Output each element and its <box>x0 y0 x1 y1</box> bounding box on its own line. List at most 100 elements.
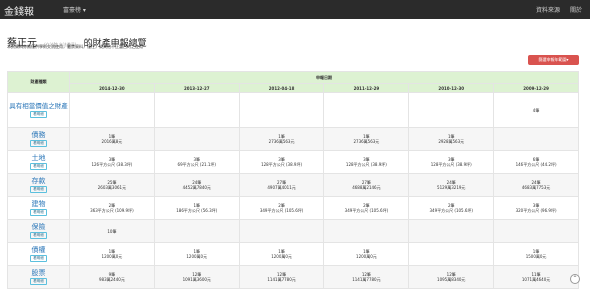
item-value: 1200萬0元 <box>271 254 292 259</box>
item-value: 4907萬4011元 <box>267 185 296 190</box>
item-value: 4688萬2146元 <box>352 185 381 190</box>
scroll-top-icon[interactable]: ⌃ <box>570 274 580 284</box>
value-cell: 12筆 1141萬7780元 <box>323 265 410 289</box>
item-value: 983萬2440元 <box>99 277 125 282</box>
category-cell: 保險 看明細 <box>7 219 70 243</box>
value-cell <box>238 219 325 243</box>
table-row: 保險 看明細 10筆 <box>7 219 579 243</box>
item-value: 349平方公尺 (105.6坪) <box>344 208 389 213</box>
item-value: 1141萬7780元 <box>352 277 381 282</box>
item-value: 349平方公尺 (105.6坪) <box>259 208 304 213</box>
item-value: 1200萬0元 <box>101 254 123 259</box>
date-header-5: 2009-12-29 <box>493 83 579 93</box>
value-cell: 2筆 363平方公尺 (109.9坪) <box>69 196 155 220</box>
item-value: 2928萬563元 <box>438 139 465 144</box>
value-cell: 3筆 320平方公尺 (96.9坪) <box>493 196 579 220</box>
item-value: 5129萬3219元 <box>437 185 466 190</box>
item-value: 320平方公尺 (96.9坪) <box>515 208 557 213</box>
view-detail-button[interactable]: 看明細 <box>30 140 47 147</box>
category-name-link[interactable]: 保險 <box>8 223 69 231</box>
value-cell: 1筆 2736萬563元 <box>238 127 325 151</box>
value-cell: 1筆 2736萬563元 <box>323 127 410 151</box>
category-cell: 存款 看明細 <box>7 173 70 197</box>
item-count: 10筆 <box>107 228 117 234</box>
value-cell: 4筆 <box>493 92 579 128</box>
value-cell <box>153 219 240 243</box>
category-name-link[interactable]: 股票 <box>8 269 69 277</box>
value-cell: 1筆 186平方公尺 (56.3坪) <box>153 196 240 220</box>
brand-logo[interactable]: 金錢報 <box>4 3 34 18</box>
category-cell: 土地 看明細 <box>7 150 70 174</box>
value-cell <box>493 219 579 243</box>
about-link[interactable]: 關於 <box>570 5 582 14</box>
value-cell: 1筆 1200萬0元 <box>153 242 240 266</box>
table-row: 存款 看明細 25筆 2603萬3061元 24筆 4452萬7840元 27筆 4907萬4… <box>7 173 579 197</box>
category-name-link[interactable]: 債務 <box>8 131 69 139</box>
item-value: 4683萬7753元 <box>521 185 551 190</box>
value-cell: 1筆 1200萬0元 <box>69 242 155 266</box>
item-value: 2016萬8元 <box>101 139 123 144</box>
view-detail-button[interactable]: 看明細 <box>30 278 47 285</box>
disclaimer-text: 本頁資料亦無僅供學術交流使用，嚴禁資料，僅住，或其他不正當目的之使用 <box>7 44 143 49</box>
value-cell <box>323 92 410 128</box>
value-cell <box>238 92 325 128</box>
item-value: 128平方公尺 (38.9坪) <box>345 162 387 167</box>
item-value: 1095萬8340元 <box>437 277 466 282</box>
value-cell <box>408 92 495 128</box>
asset-declaration-table: 財產種類 申報日期 2014-12-30 2013-12-27 2012-04-18… <box>7 71 579 289</box>
value-cell: 12筆 1141萬7780元 <box>238 265 325 289</box>
date-header-3: 2011-12-29 <box>323 83 410 93</box>
value-cell: 1筆 1500萬0元 <box>493 242 579 266</box>
value-cell: 3筆 128平方公尺 (38.9坪) <box>323 150 410 174</box>
value-cell: 1筆 2016萬8元 <box>69 127 155 151</box>
value-cell: 25筆 2603萬3061元 <box>69 173 155 197</box>
table-row: 具有相當價值之財產 看明細 4筆 <box>7 92 579 128</box>
value-cell <box>408 242 495 266</box>
item-value: 1200萬0元 <box>186 254 208 259</box>
value-cell <box>493 127 579 151</box>
category-name-link[interactable]: 建物 <box>8 200 69 208</box>
value-cell <box>153 127 240 151</box>
date-header-2: 2012-04-18 <box>238 83 325 93</box>
table-row: 債權 看明細 1筆 1200萬0元 1筆 1200萬0元 1筆 1200萬0元 1筆 1200萬0… <box>7 242 579 266</box>
item-value: 2736萬563元 <box>268 139 295 144</box>
item-value: 2736萬563元 <box>353 139 380 144</box>
rich-list-menu[interactable]: 富豪榜 ▾ <box>63 5 86 14</box>
value-cell: 10筆 <box>69 219 155 243</box>
item-value: 126平方公尺 (38.3坪) <box>91 162 133 167</box>
value-cell: 2筆 349平方公尺 (105.6坪) <box>238 196 325 220</box>
item-value: 128平方公尺 (38.9坪) <box>430 162 472 167</box>
view-detail-button[interactable]: 看明細 <box>30 186 47 193</box>
value-cell: 3筆 69平方公尺 (21.1坪) <box>153 150 240 174</box>
view-detail-button[interactable]: 看明細 <box>30 232 47 239</box>
value-cell <box>69 92 155 128</box>
category-name-link[interactable]: 土地 <box>8 154 69 162</box>
item-value: 1091萬3600元 <box>182 277 211 282</box>
table-row: 債務 看明細 1筆 2016萬8元 1筆 2736萬563元 1筆 2736萬563元 1筆 29… <box>7 127 579 151</box>
value-cell: 27筆 4907萬4011元 <box>238 173 325 197</box>
item-value: 1071萬4640元 <box>521 277 551 282</box>
item-value: 69平方公尺 (21.1坪) <box>177 162 216 167</box>
category-name-link[interactable]: 債權 <box>8 246 69 254</box>
filter-year-range-button[interactable]: 篩選申報年範圍▾ <box>528 55 579 65</box>
category-name-link[interactable]: 具有相當價值之財產 <box>8 102 69 110</box>
date-header-1: 2013-12-27 <box>153 83 240 93</box>
category-column-header: 財產種類 <box>7 71 70 93</box>
date-header-0: 2014-12-30 <box>69 83 155 93</box>
value-cell <box>323 219 410 243</box>
view-detail-button[interactable]: 看明細 <box>30 209 47 216</box>
category-cell: 具有相當價值之財產 看明細 <box>7 92 70 128</box>
value-cell: 6筆 146平方公尺 (44.2坪) <box>493 150 579 174</box>
item-value: 1500萬0元 <box>525 254 547 259</box>
data-source-link[interactable]: 資料來源 <box>536 5 560 14</box>
value-cell: 24筆 5129萬3219元 <box>408 173 495 197</box>
table-row: 土地 看明細 3筆 126平方公尺 (38.3坪) 3筆 69平方公尺 (21.1坪) 3筆… <box>7 150 579 174</box>
category-name-link[interactable]: 存款 <box>8 177 69 185</box>
value-cell: 24筆 4452萬7840元 <box>153 173 240 197</box>
view-detail-button[interactable]: 看明細 <box>30 163 47 170</box>
view-detail-button[interactable]: 看明細 <box>30 255 47 262</box>
view-detail-button[interactable]: 看明細 <box>30 111 47 118</box>
item-value: 128平方公尺 (38.9坪) <box>261 162 303 167</box>
item-value: 146平方公尺 (44.2坪) <box>515 162 557 167</box>
value-cell: 2筆 349平方公尺 (105.6坪) <box>408 196 495 220</box>
